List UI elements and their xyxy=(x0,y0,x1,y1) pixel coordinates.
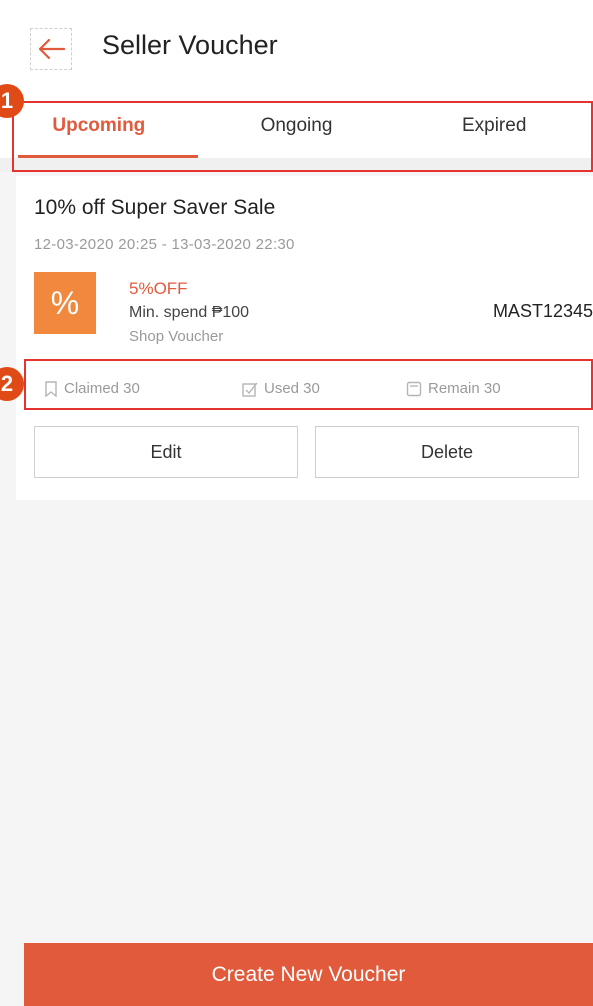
voucher-min-spend: Min. spend ₱100 xyxy=(129,304,250,321)
bottom-divider xyxy=(0,930,593,943)
voucher-card: 10% off Super Saver Sale 12-03-2020 20:2… xyxy=(16,176,593,500)
page-title: Seller Voucher xyxy=(102,30,278,60)
voucher-tabs: Upcoming Ongoing Expired xyxy=(0,100,593,158)
stat-used-label: Used 30 xyxy=(264,380,320,397)
stat-remain: Remain 30 xyxy=(406,380,501,397)
stat-claimed: Claimed 30 xyxy=(44,380,140,397)
voucher-discount: 5%OFF xyxy=(129,279,188,298)
seller-voucher-screen: Seller Voucher Upcoming Ongoing Expired … xyxy=(0,0,593,1006)
stat-remain-label: Remain 30 xyxy=(428,380,501,397)
percent-badge-icon: % xyxy=(34,272,96,334)
voucher-code: MAST12345 xyxy=(492,301,593,321)
tab-ongoing[interactable]: Ongoing xyxy=(198,100,396,158)
edit-button[interactable]: Edit xyxy=(34,426,298,478)
tab-divider xyxy=(0,158,593,172)
back-button[interactable] xyxy=(30,28,72,70)
voucher-name: 10% off Super Saver Sale xyxy=(34,196,276,219)
stat-used: Used 30 xyxy=(242,380,320,397)
voucher-type: Shop Voucher xyxy=(129,328,224,345)
tab-upcoming[interactable]: Upcoming xyxy=(0,100,198,158)
stat-claimed-label: Claimed 30 xyxy=(64,380,140,397)
tab-expired[interactable]: Expired xyxy=(395,100,593,158)
voucher-stats: Claimed 30 Used 30 Remain 30 xyxy=(44,376,593,406)
clipboard-icon xyxy=(406,381,422,396)
app-header: Seller Voucher xyxy=(0,0,593,100)
voucher-dates: 12-03-2020 20:25 - 13-03-2020 22:30 xyxy=(34,236,295,253)
checkbox-icon xyxy=(242,382,258,397)
arrow-left-icon xyxy=(38,38,66,60)
delete-button[interactable]: Delete xyxy=(315,426,579,478)
create-voucher-button[interactable]: Create New Voucher xyxy=(24,943,593,1006)
bookmark-icon xyxy=(45,380,57,397)
